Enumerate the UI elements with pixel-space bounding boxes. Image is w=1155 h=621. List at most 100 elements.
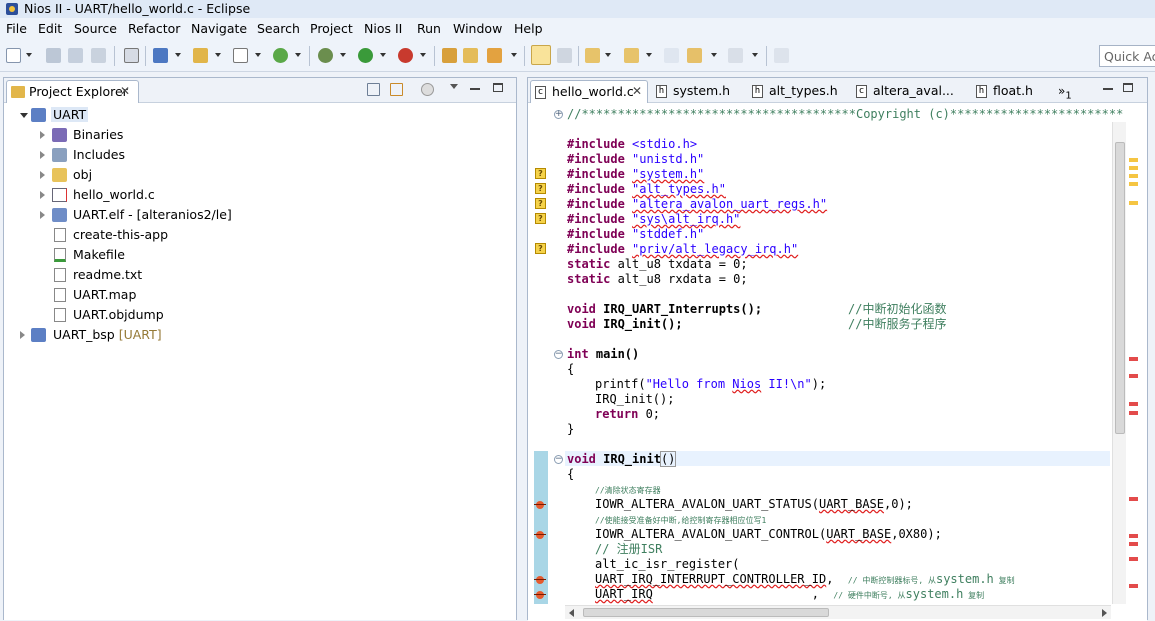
run-dropdown-icon[interactable] — [380, 53, 386, 57]
menu-nios-ii[interactable]: Nios II — [364, 21, 402, 36]
run-icon[interactable] — [358, 48, 373, 63]
error-overview-marker[interactable] — [1129, 402, 1138, 406]
error-overview-marker[interactable] — [1129, 542, 1138, 546]
debug-icon[interactable] — [318, 48, 333, 63]
debug-dropdown-icon[interactable] — [340, 53, 346, 57]
menu-project[interactable]: Project — [310, 21, 353, 36]
maximize-icon[interactable] — [493, 83, 503, 92]
minimize-icon[interactable] — [470, 88, 480, 90]
overview-ruler[interactable] — [1127, 104, 1147, 604]
scroll-left-icon[interactable] — [569, 609, 574, 617]
tab-hello-world-c[interactable]: c hello_world.c ✕ — [530, 80, 648, 103]
close-icon[interactable]: ✕ — [632, 84, 642, 98]
new-source-file-icon[interactable] — [233, 48, 248, 63]
expand-arrow-icon[interactable] — [40, 151, 45, 159]
save-all-icon[interactable] — [68, 48, 83, 63]
new-dropdown-icon[interactable] — [26, 53, 32, 57]
scrollbar-thumb[interactable] — [1115, 142, 1125, 434]
menu-window[interactable]: Window — [453, 21, 502, 36]
warning-marker-icon[interactable]: ? — [535, 168, 546, 179]
menu-edit[interactable]: Edit — [38, 21, 62, 36]
tab-system-h[interactable]: h system.h — [652, 80, 748, 103]
minimize-icon[interactable] — [1103, 88, 1113, 90]
warning-marker-icon[interactable]: ? — [535, 198, 546, 209]
previous-annotation-icon[interactable] — [624, 48, 639, 63]
expand-arrow-icon[interactable] — [40, 131, 45, 139]
menu-run[interactable]: Run — [417, 21, 441, 36]
back-icon[interactable] — [687, 48, 702, 63]
expand-arrow-icon[interactable] — [40, 171, 45, 179]
show-whitespace-icon[interactable] — [557, 48, 572, 63]
menu-navigate[interactable]: Navigate — [191, 21, 247, 36]
tab-overflow-button[interactable]: »1 — [1058, 84, 1072, 101]
build-binary-icon[interactable] — [124, 48, 139, 63]
collapse-fold-icon[interactable]: − — [554, 350, 563, 359]
pin-editor-icon[interactable] — [774, 48, 789, 63]
error-overview-marker[interactable] — [1129, 357, 1138, 361]
close-icon[interactable]: ✕ — [120, 84, 130, 98]
code-editor[interactable]: + − − ? ? ? ? ? //**********************… — [528, 104, 1147, 621]
warning-marker-icon[interactable]: ? — [535, 213, 546, 224]
open-element-icon[interactable] — [463, 48, 478, 63]
previous-annotation-dropdown-icon[interactable] — [646, 53, 652, 57]
error-overview-marker[interactable] — [1129, 374, 1138, 378]
collapse-all-icon[interactable] — [367, 83, 380, 96]
error-overview-marker[interactable] — [1129, 584, 1138, 588]
next-annotation-dropdown-icon[interactable] — [605, 53, 611, 57]
back-dropdown-icon[interactable] — [711, 53, 717, 57]
expand-arrow-icon[interactable] — [40, 191, 45, 199]
new-project-dropdown-icon[interactable] — [175, 53, 181, 57]
warning-marker-icon[interactable]: ? — [535, 243, 546, 254]
new-folder-icon[interactable] — [193, 48, 208, 63]
maximize-icon[interactable] — [1123, 83, 1133, 92]
warning-marker-icon[interactable]: ? — [535, 183, 546, 194]
warning-overview-marker[interactable] — [1129, 158, 1138, 162]
error-marker-icon[interactable] — [534, 529, 546, 541]
warning-overview-marker[interactable] — [1129, 201, 1138, 205]
print-icon[interactable] — [91, 48, 106, 63]
menu-search[interactable]: Search — [257, 21, 300, 36]
expand-arrow-icon[interactable] — [40, 211, 45, 219]
error-marker-icon[interactable] — [534, 589, 546, 601]
forward-icon[interactable] — [728, 48, 743, 63]
expand-fold-icon[interactable]: + — [554, 110, 563, 119]
new-file-dropdown-icon[interactable] — [255, 53, 261, 57]
tab-altera-avalon[interactable]: c altera_aval... — [852, 80, 972, 103]
expand-arrow-icon[interactable] — [20, 331, 25, 339]
external-tools-dropdown-icon[interactable] — [420, 53, 426, 57]
next-annotation-icon[interactable] — [585, 48, 600, 63]
error-marker-icon[interactable] — [534, 499, 546, 511]
tab-float-h[interactable]: h float.h — [972, 80, 1052, 103]
last-edit-location-icon[interactable] — [664, 48, 679, 63]
warning-overview-marker[interactable] — [1129, 166, 1138, 170]
new-icon[interactable] — [6, 48, 21, 63]
vertical-scrollbar[interactable] — [1112, 122, 1126, 604]
mark-occurrences-icon[interactable] — [531, 45, 551, 65]
search-icon[interactable] — [487, 48, 502, 63]
menu-help[interactable]: Help — [514, 21, 543, 36]
scrollbar-thumb[interactable] — [583, 608, 829, 617]
new-class-dropdown-icon[interactable] — [295, 53, 301, 57]
tab-alt-types-h[interactable]: h alt_types.h — [748, 80, 852, 103]
horizontal-scrollbar[interactable] — [565, 605, 1111, 619]
menu-file[interactable]: File — [6, 21, 27, 36]
new-class-icon[interactable] — [273, 48, 288, 63]
new-c-project-icon[interactable] — [153, 48, 168, 63]
error-overview-marker[interactable] — [1129, 534, 1138, 538]
error-marker-icon[interactable] — [534, 574, 546, 586]
error-overview-marker[interactable] — [1129, 557, 1138, 561]
menu-source[interactable]: Source — [74, 21, 117, 36]
collapse-fold-icon[interactable]: − — [554, 455, 563, 464]
expand-arrow-icon[interactable] — [20, 113, 28, 118]
link-with-editor-icon[interactable] — [390, 83, 403, 96]
search-dropdown-icon[interactable] — [511, 53, 517, 57]
tab-project-explorer[interactable]: Project Explorer ✕ — [6, 80, 139, 103]
error-overview-marker[interactable] — [1129, 411, 1138, 415]
warning-overview-marker[interactable] — [1129, 174, 1138, 178]
quick-access-input[interactable]: Quick Access — [1099, 45, 1155, 67]
open-type-icon[interactable] — [442, 48, 457, 63]
external-tools-icon[interactable] — [398, 48, 413, 63]
warning-overview-marker[interactable] — [1129, 182, 1138, 186]
error-overview-marker[interactable] — [1129, 497, 1138, 501]
new-folder-dropdown-icon[interactable] — [215, 53, 221, 57]
